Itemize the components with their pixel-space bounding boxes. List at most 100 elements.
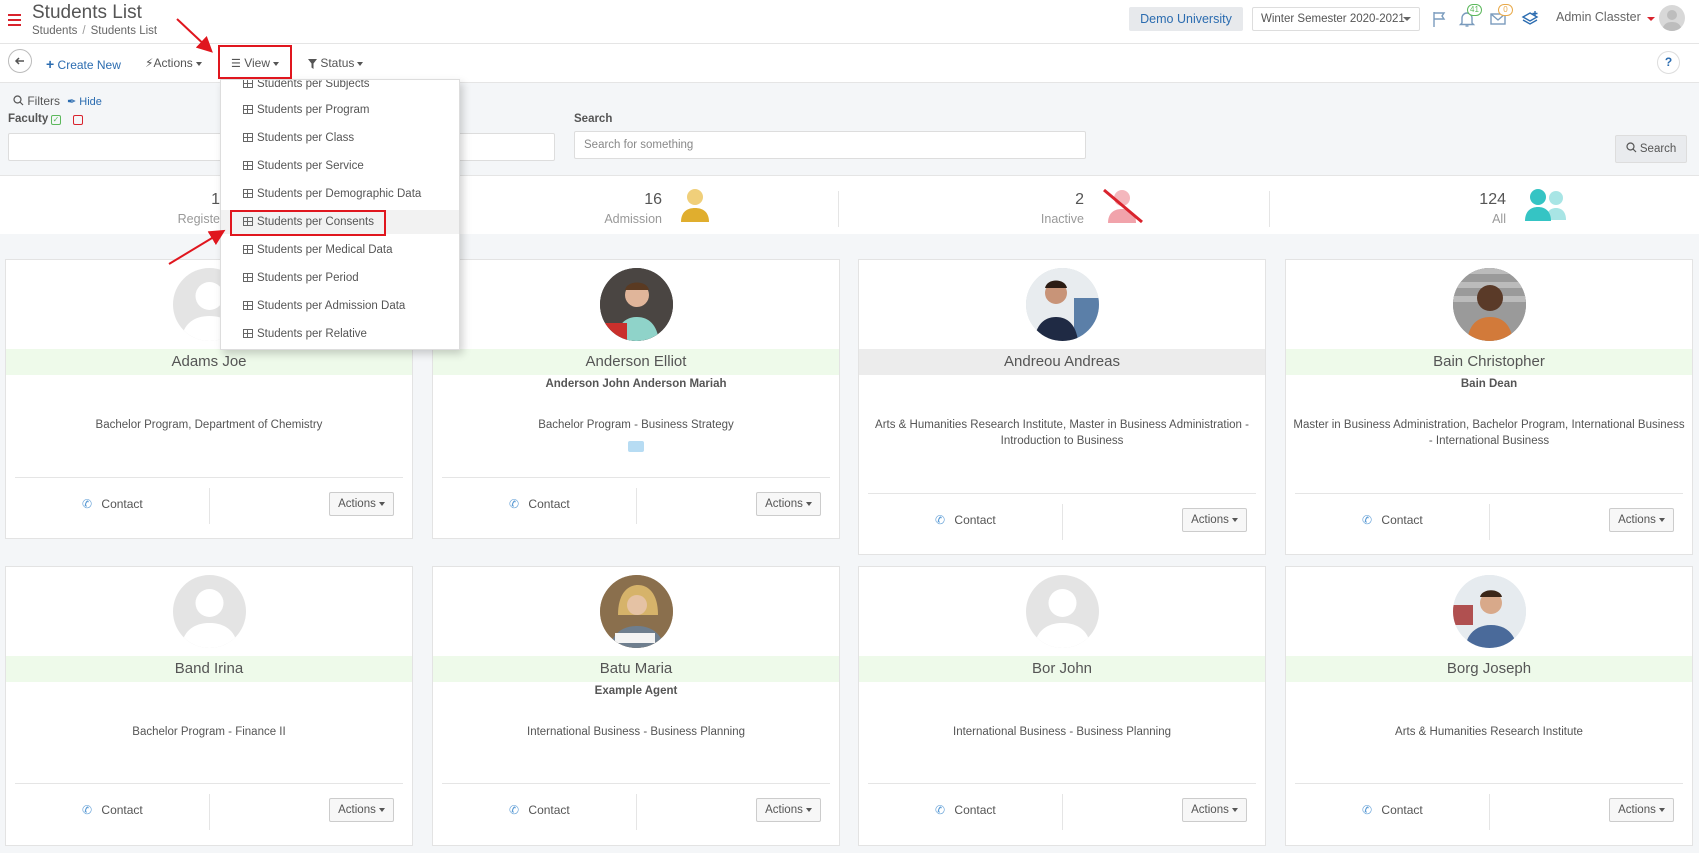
table-icon <box>243 189 253 198</box>
deselect-all-icon[interactable] <box>73 115 83 125</box>
filters-label: Filters <box>27 94 61 108</box>
stat-admission-value: 16 <box>644 191 662 208</box>
stat-admission-label: Admission <box>604 212 662 226</box>
consents-item-highlight <box>230 210 386 236</box>
student-name[interactable]: Anderson Elliot <box>433 349 839 375</box>
avatar <box>1453 575 1526 648</box>
users-icon <box>1524 188 1570 225</box>
search-button[interactable]: Search <box>1615 135 1687 163</box>
id-card-icon[interactable] <box>628 441 644 452</box>
bell-icon[interactable]: 41 <box>1458 4 1482 28</box>
menu-item-students-per-class[interactable]: Students per Class <box>221 126 459 150</box>
semester-label: Winter Semester 2020-2021 <box>1261 13 1405 25</box>
chevron-down-icon <box>378 807 385 812</box>
contact-label: Contact <box>528 803 570 817</box>
menu-item-label: Students per Period <box>257 272 359 284</box>
chevron-down-icon <box>1658 807 1665 812</box>
menu-item-students-per-service[interactable]: Students per Service <box>221 154 459 178</box>
page-title: Students List <box>32 2 142 23</box>
flag-icon[interactable] <box>1431 10 1449 28</box>
card-actions-label: Actions <box>1191 804 1229 816</box>
card-actions-button[interactable]: Actions <box>1609 508 1674 532</box>
menu-item-students-per-demographic-data[interactable]: Students per Demographic Data <box>221 182 459 206</box>
menu-item-students-per-relative[interactable]: Students per Relative <box>221 322 459 346</box>
contact-button[interactable]: ✆ Contact <box>82 803 143 817</box>
contact-button[interactable]: ✆ Contact <box>1362 513 1423 527</box>
card-actions-button[interactable]: Actions <box>329 798 394 822</box>
menu-item-students-per-subjects[interactable]: Students per Subjects <box>221 79 459 96</box>
contact-button[interactable]: ✆ Contact <box>509 497 570 511</box>
table-icon <box>243 80 253 88</box>
student-name[interactable]: Andreou Andreas <box>859 349 1265 375</box>
card-actions-button[interactable]: Actions <box>329 492 394 516</box>
contact-button[interactable]: ✆ Contact <box>82 497 143 511</box>
student-name[interactable]: Adams Joe <box>6 349 412 375</box>
card-actions-button[interactable]: Actions <box>1609 798 1674 822</box>
card-actions-label: Actions <box>765 498 803 510</box>
breadcrumb-students[interactable]: Students <box>32 25 77 37</box>
menu-item-students-per-medical-data[interactable]: Students per Medical Data <box>221 238 459 262</box>
menu-item-students-per-period[interactable]: Students per Period <box>221 266 459 290</box>
search-input[interactable]: Search for something <box>574 131 1086 159</box>
contact-button[interactable]: ✆ Contact <box>509 803 570 817</box>
student-card[interactable]: Borg Joseph Arts & Humanities Research I… <box>1285 566 1693 846</box>
avatar[interactable] <box>1659 5 1685 31</box>
student-name[interactable]: Bor John <box>859 656 1265 682</box>
program-line: International Business - Business Planni… <box>527 726 745 738</box>
contact-button[interactable]: ✆ Contact <box>935 803 996 817</box>
menu-item-students-per-admission-data[interactable]: Students per Admission Data <box>221 294 459 318</box>
program-line: - International Business <box>1428 435 1550 447</box>
actions-menu-button[interactable]: ⚡︎Actions <box>145 56 202 70</box>
top-header: Students List Students / Students List Dem… <box>0 0 1699 44</box>
contact-button[interactable]: ✆ Contact <box>1362 803 1423 817</box>
card-actions-button[interactable]: Actions <box>756 798 821 822</box>
menu-item-label: Students per Demographic Data <box>257 188 422 200</box>
student-card[interactable]: Band Irina Bachelor Program - Finance II… <box>5 566 413 846</box>
avatar <box>173 575 246 648</box>
contact-button[interactable]: ✆ Contact <box>935 513 996 527</box>
phone-icon: ✆ <box>509 497 520 511</box>
menu-item-label: Students per Relative <box>257 328 367 340</box>
student-name[interactable]: Borg Joseph <box>1286 656 1692 682</box>
student-card[interactable]: Andreou Andreas Arts & Humanities Resear… <box>858 259 1266 555</box>
relatives-line: Bain Dean <box>1460 378 1518 390</box>
hide-filters-link[interactable]: ✒︎ Hide <box>67 95 102 108</box>
card-actions-button[interactable]: Actions <box>756 492 821 516</box>
card-actions-label: Actions <box>338 498 376 510</box>
card-actions-button[interactable]: Actions <box>1182 508 1247 532</box>
create-new-button[interactable]: + Create New <box>46 56 121 72</box>
program-line: Introduction to Business <box>1000 435 1124 447</box>
student-name[interactable]: Band Irina <box>6 656 412 682</box>
menu-icon[interactable] <box>8 14 21 26</box>
student-card[interactable]: Bain Christopher Bain Dean Master in Bus… <box>1285 259 1693 555</box>
relatives-line: Example Agent <box>594 685 678 697</box>
menu-item-students-per-program[interactable]: Students per Program <box>221 98 459 122</box>
help-button[interactable]: ? <box>1657 51 1680 74</box>
student-card[interactable]: Anderson Elliot Anderson John Anderson M… <box>432 259 840 539</box>
semester-selector[interactable]: Winter Semester 2020-2021 <box>1252 7 1420 31</box>
student-name[interactable]: Bain Christopher <box>1286 349 1692 375</box>
select-all-icon[interactable]: ✓ <box>51 115 61 125</box>
student-name[interactable]: Batu Maria <box>433 656 839 682</box>
contact-label: Contact <box>101 497 143 511</box>
card-actions-button[interactable]: Actions <box>1182 798 1247 822</box>
menu-item-label: Students per Admission Data <box>257 300 406 312</box>
student-card[interactable]: Bor John International Business - Busine… <box>858 566 1266 846</box>
back-button[interactable] <box>8 49 32 73</box>
student-card[interactable]: Batu Maria Example Agent International B… <box>432 566 840 846</box>
filters-toggle: Filters <box>13 94 60 108</box>
phone-icon: ✆ <box>1362 513 1373 527</box>
mail-icon[interactable]: 0 <box>1489 4 1513 28</box>
user-slash-icon <box>1102 188 1144 227</box>
menu-item-label: Students per Subjects <box>257 79 370 90</box>
user-menu[interactable]: Admin Classter <box>1556 10 1641 24</box>
layers-icon[interactable] <box>1521 10 1539 28</box>
status-menu-button[interactable]: Status <box>308 56 364 70</box>
chevron-down-icon[interactable] <box>1647 17 1655 21</box>
arrow-left-icon <box>14 57 24 65</box>
menu-item-label: Students per Class <box>257 132 355 144</box>
create-new-label: Create New <box>57 58 121 72</box>
card-actions-label: Actions <box>1618 804 1656 816</box>
contact-label: Contact <box>1381 803 1423 817</box>
university-selector[interactable]: Demo University <box>1129 7 1243 31</box>
